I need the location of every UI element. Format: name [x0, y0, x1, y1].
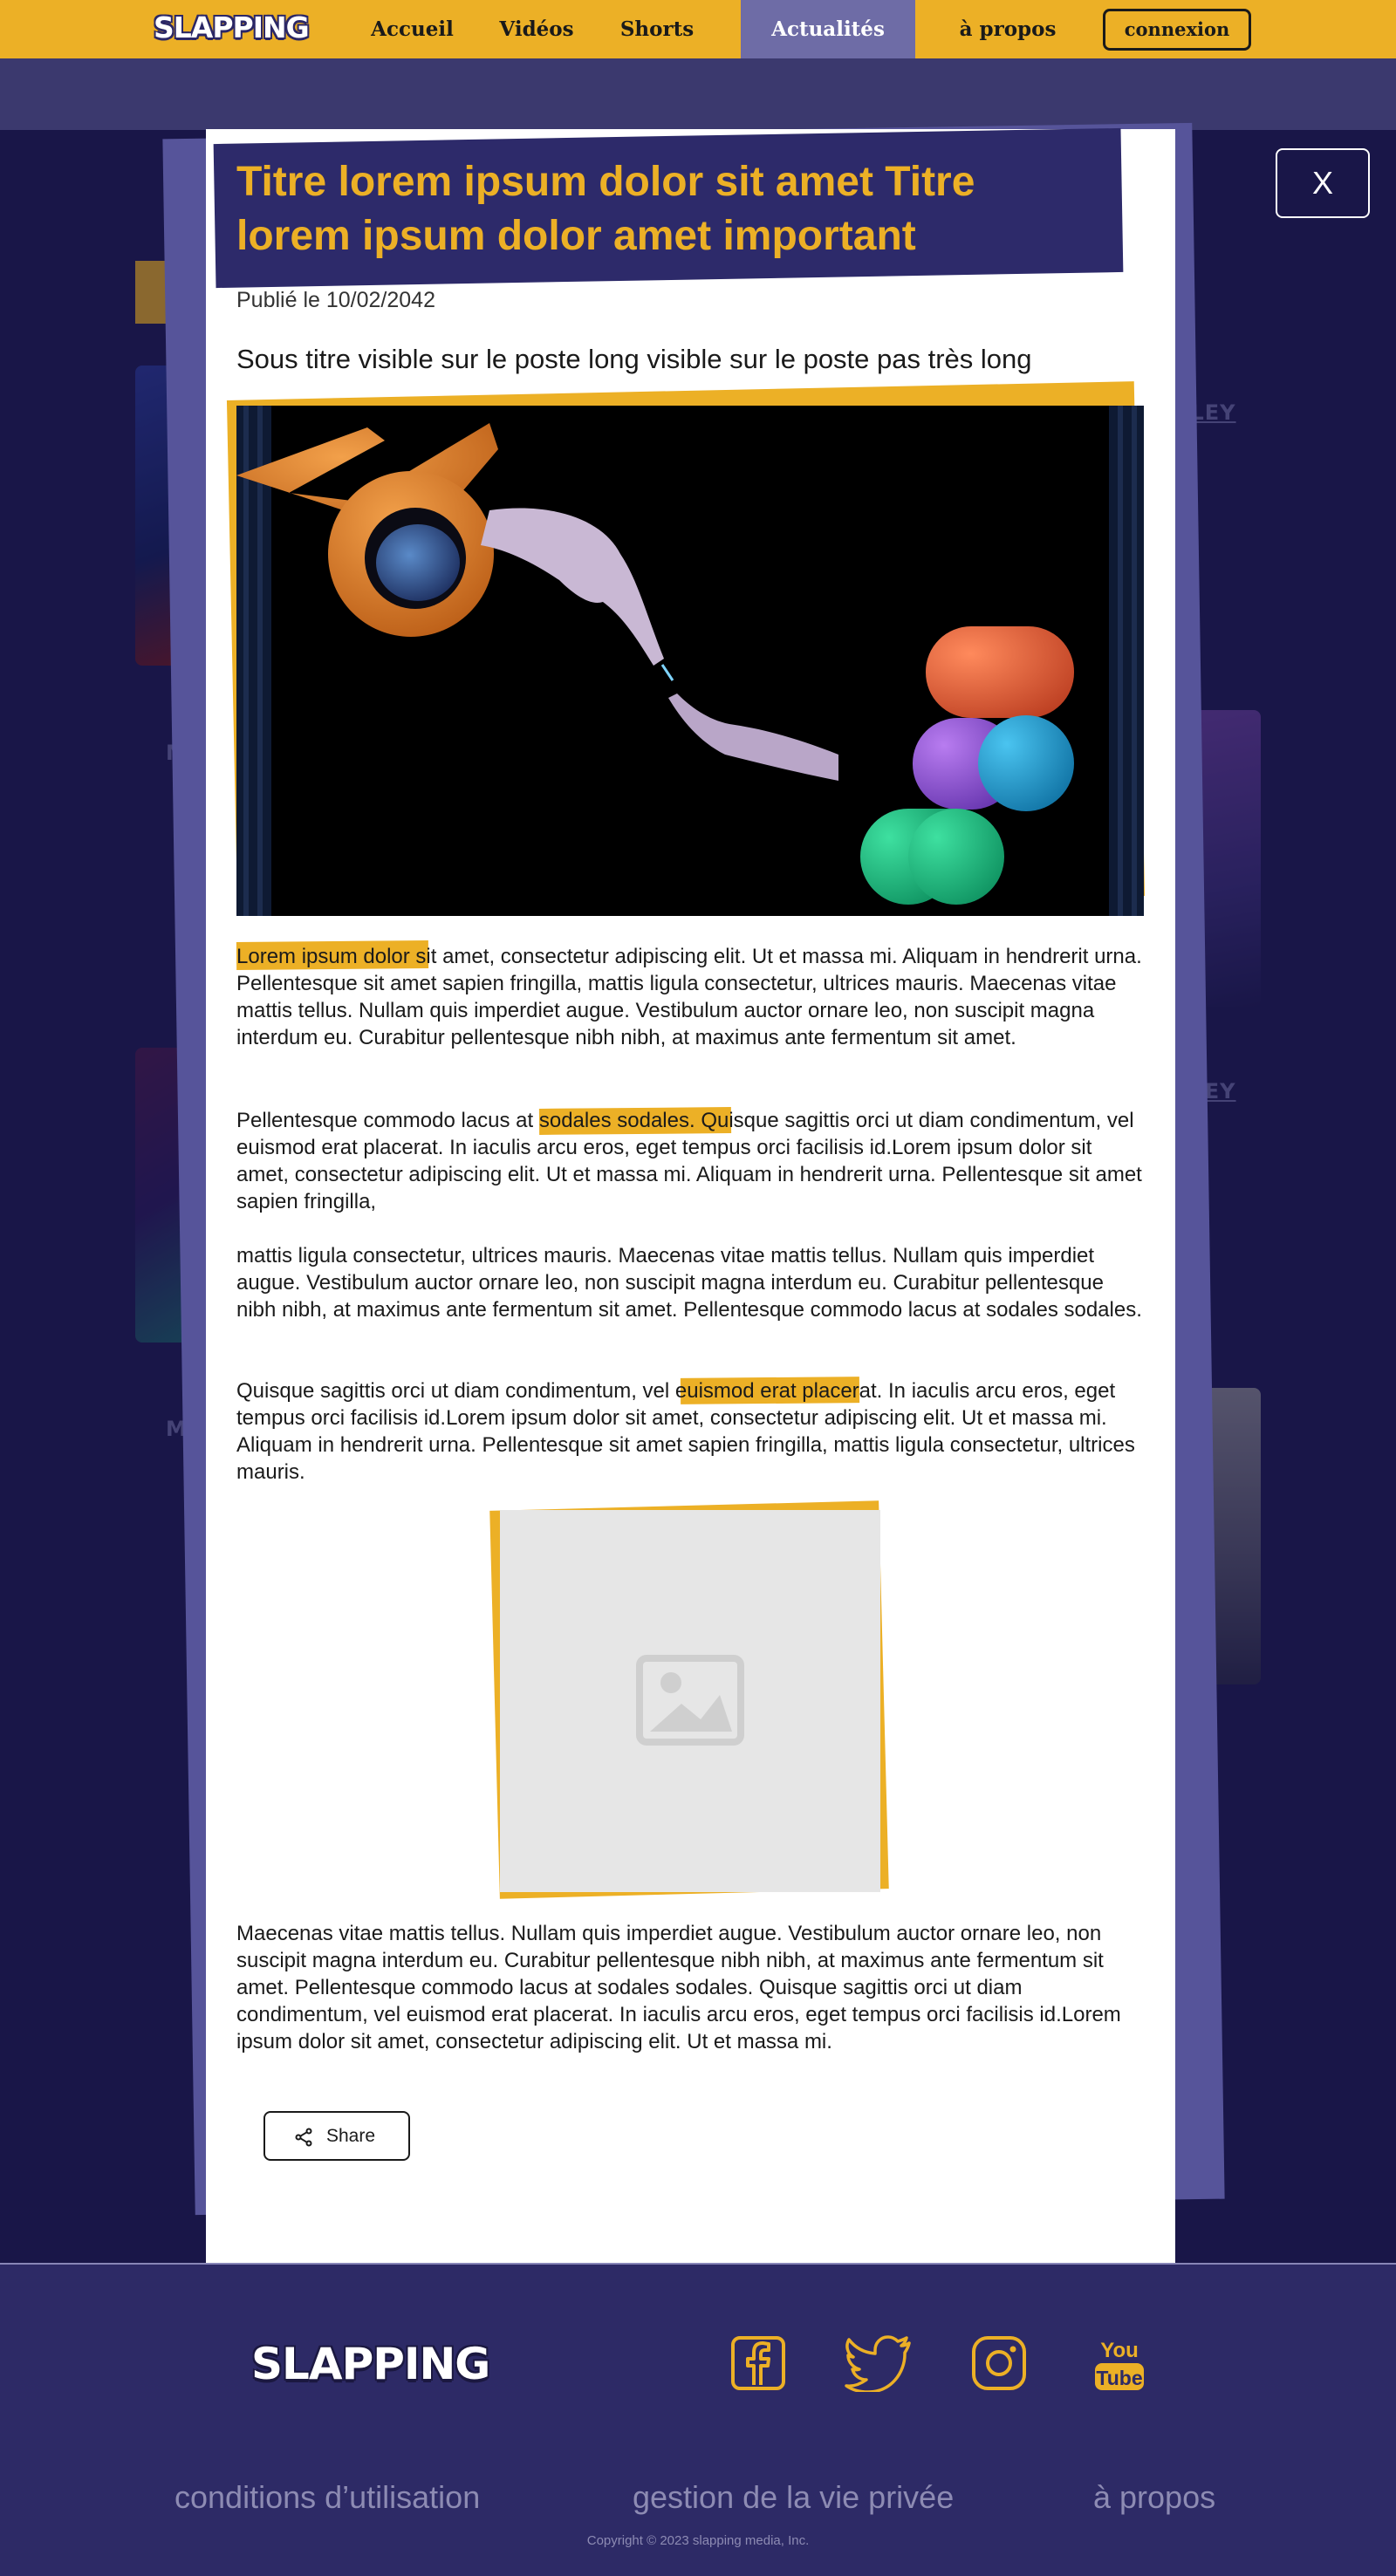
- article-title: Titre lorem ipsum dolor sit amet Titre l…: [236, 159, 975, 259]
- article-paragraph: Pellentesque commodo lacus at sodales so…: [236, 1109, 1142, 1213]
- twitter-icon[interactable]: [845, 2334, 913, 2392]
- footer-logo[interactable]: SLAPPING: [251, 2339, 490, 2389]
- article-subtitle: Sous titre visible sur le poste long vis…: [236, 344, 1032, 374]
- youtube-text: You: [1100, 2339, 1139, 2362]
- share-button[interactable]: Share: [263, 2111, 410, 2161]
- article-paragraph: Maecenas vitae mattis tellus. Nullam qui…: [236, 1922, 1121, 2053]
- login-button[interactable]: connexion: [1103, 9, 1251, 51]
- footer-link-privacy[interactable]: gestion de la vie privée: [633, 2479, 954, 2516]
- footer: SLAPPING You Tube: [0, 2263, 1396, 2576]
- copyright: Copyright © 2023 slapping media, Inc.: [586, 2533, 810, 2548]
- image-placeholder-icon: [636, 1655, 744, 1746]
- close-button[interactable]: X: [1276, 148, 1370, 218]
- image-placeholder: [500, 1510, 880, 1892]
- nav-link-videos[interactable]: Vidéos: [484, 0, 589, 58]
- youtube-text: Tube: [1096, 2367, 1142, 2389]
- hero-image: [236, 406, 1144, 916]
- share-icon: [295, 2128, 312, 2147]
- article-modal: Titre lorem ipsum dolor sit amet Titre l…: [206, 127, 1175, 2265]
- nav-link-accueil[interactable]: Accueil: [358, 0, 467, 58]
- nav-link-a-propos[interactable]: à propos: [942, 0, 1073, 58]
- footer-link-about[interactable]: à propos: [1093, 2479, 1215, 2516]
- article-paragraph: mattis ligula consectetur, ultrices maur…: [236, 1244, 1142, 1322]
- top-nav: SLAPPING Accueil Vidéos Shorts Actualité…: [0, 0, 1396, 58]
- nav-link-actualites[interactable]: Actualités: [741, 0, 915, 58]
- youtube-icon[interactable]: You Tube: [1093, 2334, 1146, 2392]
- article-paragraph: Quisque sagittis orci ut diam condimentu…: [236, 1379, 1135, 1484]
- article-paragraph: Lorem ipsum dolor sit amet, consectetur …: [236, 945, 1142, 1049]
- nav-link-shorts[interactable]: Shorts: [605, 0, 709, 58]
- instagram-icon[interactable]: [970, 2334, 1028, 2392]
- footer-link-conditions[interactable]: conditions d’utilisation: [174, 2479, 480, 2516]
- share-label: Share: [326, 2126, 376, 2146]
- published-date: Publié le 10/02/2042: [236, 288, 435, 312]
- nav-logo[interactable]: SLAPPING: [154, 10, 310, 44]
- facebook-icon[interactable]: [729, 2334, 787, 2392]
